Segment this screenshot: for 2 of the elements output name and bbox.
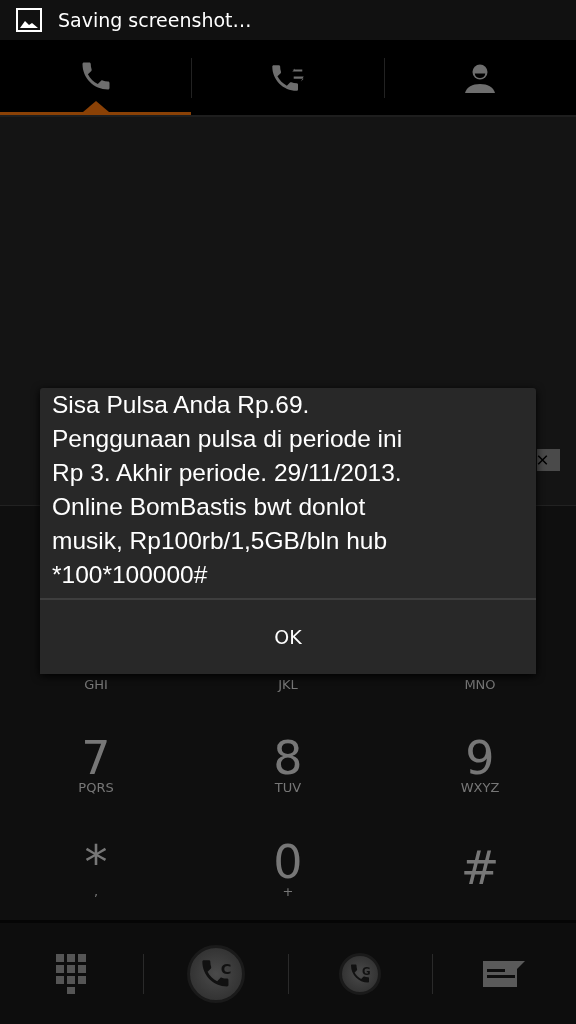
dialog-message: Sisa Pulsa Anda Rp.69. Penggunaan pulsa di periode ini Rp 3. Akhir periode. 29/11/2013. Online BomBastis bwt donlot musik, Rp100rb/1,5GB/bln hub *100*100000# bbox=[51, 390, 404, 590]
notification-text: Saving screenshot… bbox=[58, 7, 252, 33]
